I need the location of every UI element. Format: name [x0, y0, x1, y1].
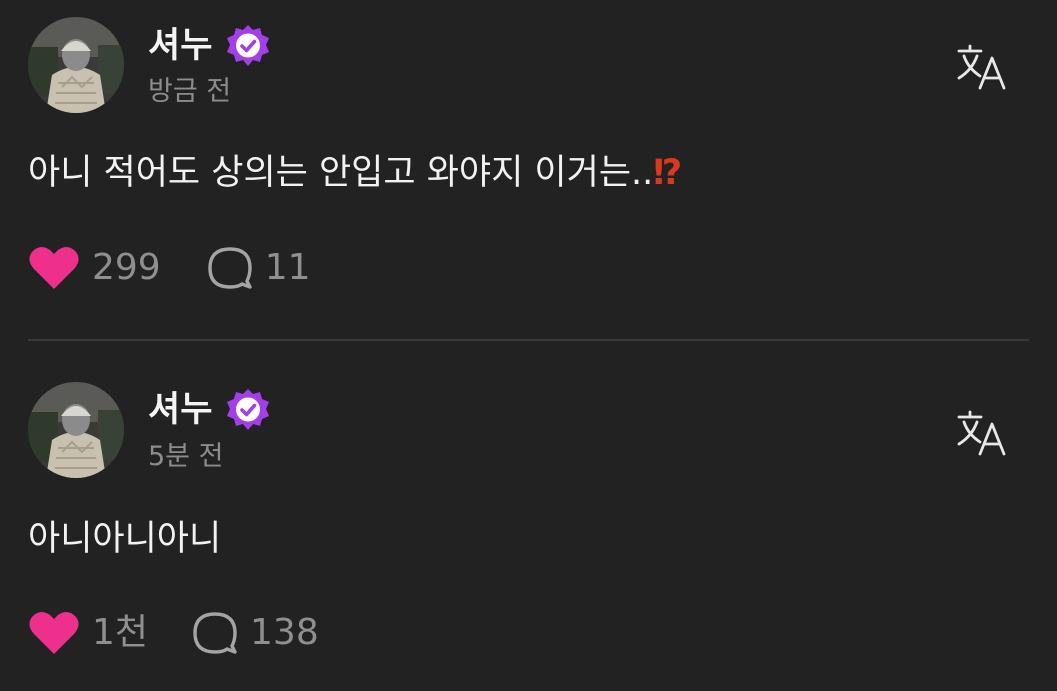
translate-button[interactable]	[956, 42, 1008, 94]
author-row: 셔누	[148, 22, 272, 70]
reply-count: 138	[250, 612, 319, 653]
action-bar: 1천 138	[28, 608, 319, 658]
reply-button[interactable]: 138	[192, 608, 319, 658]
divider	[28, 339, 1029, 341]
exclamation-question-emoji: ⁉	[653, 153, 682, 193]
username[interactable]: 셔누	[148, 386, 212, 434]
verified-badge-icon	[224, 386, 272, 434]
avatar[interactable]	[28, 382, 124, 478]
like-button[interactable]: 1천	[28, 608, 148, 658]
post: 셔누 5분 전 아니아니아니 1천 138	[0, 342, 1057, 691]
reply-count: 11	[264, 247, 311, 288]
author-row: 셔누	[148, 386, 272, 434]
translate-icon	[957, 44, 1006, 90]
avatar[interactable]	[28, 17, 124, 113]
action-bar: 299 11	[28, 243, 311, 293]
translate-icon	[957, 410, 1006, 456]
timestamp: 방금 전	[148, 76, 232, 107]
speech-bubble-icon	[208, 247, 252, 289]
post-text: 아니 적어도 상의는 안입고 와야지 이거는..⁉	[28, 148, 682, 198]
translate-button[interactable]	[956, 408, 1008, 460]
post: 셔누 방금 전 아니 적어도 상의는 안입고 와야지 이거는..⁉ 299 11	[0, 0, 1057, 340]
speech-bubble-icon	[193, 612, 237, 654]
post-text: 아니아니아니	[28, 519, 222, 559]
like-count: 1천	[92, 612, 149, 653]
post-text-body: 아니 적어도 상의는 안입고 와야지 이거는..	[28, 153, 654, 193]
heart-icon	[29, 611, 79, 654]
timestamp: 5분 전	[148, 441, 224, 472]
like-count: 299	[92, 247, 161, 288]
reply-button[interactable]: 11	[207, 243, 311, 293]
verified-badge-icon	[224, 22, 272, 70]
heart-icon	[29, 246, 79, 289]
like-button[interactable]: 299	[28, 243, 161, 293]
username[interactable]: 셔누	[148, 22, 212, 70]
